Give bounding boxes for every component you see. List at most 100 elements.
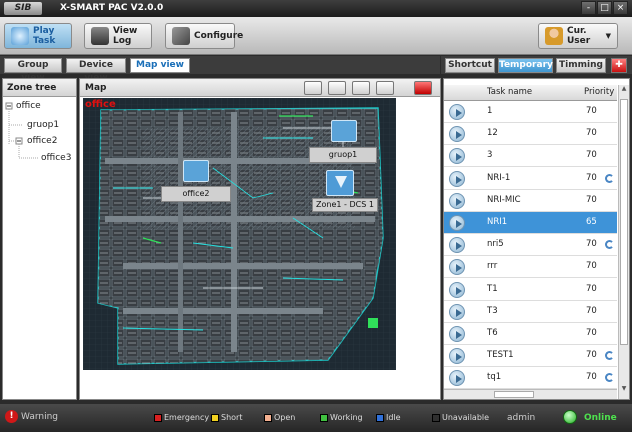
scroll-thumb[interactable] xyxy=(620,99,628,345)
task-priority: 70 xyxy=(586,128,597,139)
play-icon xyxy=(11,27,29,45)
task-row[interactable]: T6 70 xyxy=(444,323,617,345)
user-label: Cur. User xyxy=(567,26,591,46)
task-list-horizontal-scrollbar[interactable] xyxy=(444,389,617,399)
task-row[interactable]: tq1 70 xyxy=(444,367,617,389)
app-logo: SIB xyxy=(4,2,42,15)
task-name: T3 xyxy=(487,305,498,316)
legend-item: Open xyxy=(264,413,295,422)
play-task-icon[interactable] xyxy=(449,370,465,387)
legend-item: Unavailable xyxy=(432,413,489,422)
map-zoom-out-icon[interactable] xyxy=(328,81,346,95)
task-row[interactable]: 1 70 xyxy=(444,101,617,123)
play-task-icon[interactable] xyxy=(449,215,465,231)
online-status-label: Online xyxy=(584,413,617,423)
task-name: 1 xyxy=(487,106,493,116)
play-task-icon[interactable] xyxy=(449,303,465,320)
map-label-zone1[interactable]: Zone1 - DCS 1 xyxy=(312,198,378,212)
task-row[interactable]: NRI-MIC 70 xyxy=(444,189,617,212)
map-label-office2[interactable]: office2 xyxy=(161,186,231,202)
map-label-gruop1[interactable]: gruop1 xyxy=(309,147,377,163)
tab-device-view[interactable]: Device view xyxy=(66,58,126,83)
play-task-icon[interactable] xyxy=(449,259,465,276)
configure-label: Configure xyxy=(194,31,244,41)
tree-node-office2[interactable]: office2 xyxy=(27,136,57,146)
floor-plan-map[interactable]: office gruop1 office2 Zone1 - DCS 1 xyxy=(83,98,396,370)
dcs-zone-icon[interactable] xyxy=(326,170,354,196)
task-row[interactable]: NRI1 65 xyxy=(444,212,617,234)
play-task-label: Play Task xyxy=(33,26,56,46)
tab-shortcut[interactable]: Shortcut xyxy=(445,58,495,73)
zone-tree-panel: Zone tree office gruop1 office2 office3 xyxy=(2,78,77,400)
map-zoom-in-icon[interactable] xyxy=(304,81,322,95)
task-name: T6 xyxy=(487,328,498,338)
task-priority: 70 xyxy=(586,283,597,294)
legend-swatch xyxy=(211,413,219,422)
task-priority: 70 xyxy=(586,261,597,272)
task-row[interactable]: NRI-1 70 xyxy=(444,167,617,190)
pin-icon[interactable]: ✚ xyxy=(611,58,627,73)
task-list-vertical-scrollbar[interactable]: ▲ ▼ xyxy=(618,85,629,399)
tab-map-view[interactable]: Map view xyxy=(130,58,190,73)
task-priority: 65 xyxy=(586,217,597,227)
map-alarm-icon[interactable] xyxy=(414,81,432,95)
camera-icon xyxy=(91,27,109,45)
legend-label: Unavailable xyxy=(442,413,490,422)
play-task-icon[interactable] xyxy=(449,326,465,342)
column-header-priority[interactable]: Priority xyxy=(584,87,614,97)
task-row[interactable]: 3 70 xyxy=(444,145,617,168)
tree-node-office3[interactable]: office3 xyxy=(41,153,71,163)
task-priority: 70 xyxy=(586,239,597,250)
play-task-icon[interactable] xyxy=(449,126,465,143)
legend-label: Short xyxy=(221,413,243,422)
play-task-icon[interactable] xyxy=(449,348,465,365)
task-name: 12 xyxy=(487,128,498,139)
play-task-icon[interactable] xyxy=(449,281,465,298)
tab-timming[interactable]: Timming xyxy=(556,58,606,73)
task-row[interactable]: T1 70 xyxy=(444,278,617,301)
close-button[interactable]: × xyxy=(613,1,628,15)
play-task-icon[interactable] xyxy=(449,148,465,165)
task-name: tq1 xyxy=(487,372,502,383)
view-log-label: View Log xyxy=(113,26,138,46)
toolbar: Play Task View Log Configure Cur. User ▼ xyxy=(0,17,632,55)
speaker-zone-icon[interactable] xyxy=(331,120,357,142)
legend-label: Idle xyxy=(386,413,401,422)
tree-node-gruop1[interactable]: gruop1 xyxy=(27,120,59,130)
refresh-icon xyxy=(605,373,614,383)
tree-node-office[interactable]: office xyxy=(16,101,41,111)
legend-item: Emergency xyxy=(154,413,209,422)
view-log-button[interactable]: View Log xyxy=(84,23,152,49)
tab-temporary[interactable]: Temporary xyxy=(498,58,553,73)
legend-item: Working xyxy=(320,413,363,422)
scroll-down-icon[interactable]: ▼ xyxy=(620,385,628,395)
task-row[interactable]: T3 70 xyxy=(444,300,617,323)
scroll-up-icon[interactable]: ▲ xyxy=(620,85,628,95)
map-select-icon[interactable] xyxy=(376,81,394,95)
play-task-icon[interactable] xyxy=(449,192,465,209)
task-row[interactable]: rrr 70 xyxy=(444,256,617,279)
legend-swatch xyxy=(432,413,440,422)
task-row[interactable]: nri5 70 xyxy=(444,234,617,257)
task-priority: 70 xyxy=(586,305,597,316)
hscroll-thumb[interactable] xyxy=(494,391,534,398)
legend-label: Emergency xyxy=(164,413,210,422)
task-row[interactable]: TEST1 70 xyxy=(444,345,617,368)
legend-label: Working xyxy=(330,413,363,422)
warning-label[interactable]: Warning xyxy=(21,412,58,422)
legend-item: Short xyxy=(211,413,242,422)
configure-button[interactable]: Configure xyxy=(165,23,243,49)
play-task-icon[interactable] xyxy=(449,237,465,254)
maximize-button[interactable]: □ xyxy=(597,1,612,15)
user-menu-button[interactable]: Cur. User ▼ xyxy=(538,23,618,49)
column-header-task-name[interactable]: Task name xyxy=(487,87,532,97)
map-fit-icon[interactable] xyxy=(352,81,370,95)
play-task-button[interactable]: Play Task xyxy=(4,23,72,49)
tab-group-view[interactable]: Group view xyxy=(4,58,62,83)
task-priority: 70 xyxy=(586,350,597,361)
minimize-button[interactable]: - xyxy=(581,1,596,15)
speaker-zone-icon[interactable] xyxy=(183,160,209,182)
play-task-icon[interactable] xyxy=(449,170,465,187)
play-task-icon[interactable] xyxy=(449,104,465,120)
task-row[interactable]: 12 70 xyxy=(444,123,617,146)
